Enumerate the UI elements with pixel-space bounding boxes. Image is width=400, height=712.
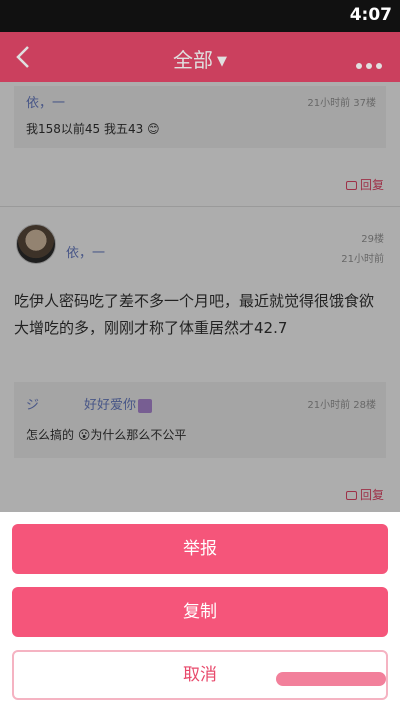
dim-overlay[interactable] <box>0 82 400 512</box>
action-sheet: 举报 复制 取消 <box>0 512 400 712</box>
report-button[interactable]: 举报 <box>12 524 388 574</box>
redaction-mark <box>276 672 386 686</box>
copy-button[interactable]: 复制 <box>12 587 388 637</box>
status-time: 4:07 <box>349 5 392 25</box>
dim-overlay-header <box>0 32 400 82</box>
status-bar: 4:07 <box>0 0 400 32</box>
